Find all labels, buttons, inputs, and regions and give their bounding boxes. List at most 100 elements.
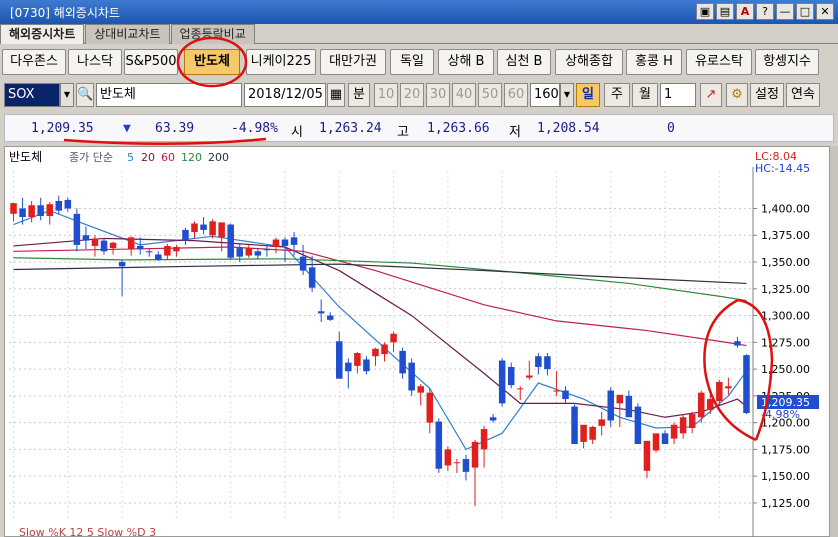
candle-down xyxy=(535,356,542,367)
window-buttons: ▣ ▤ A ? — □ ✕ xyxy=(696,3,834,20)
candle-up xyxy=(91,238,99,246)
candle-up xyxy=(209,221,216,236)
ma-label-20: 20 xyxy=(141,151,155,164)
multiplier-field[interactable]: 1 xyxy=(660,83,696,107)
candle-down xyxy=(155,254,162,260)
candle-down xyxy=(734,341,741,346)
candle-up xyxy=(589,426,596,440)
index-button-shanghai-composite[interactable]: 상해종합 xyxy=(555,49,623,75)
symbol-combo[interactable]: SOX xyxy=(4,83,60,107)
date-field[interactable]: 2018/12/05 xyxy=(244,83,326,107)
candle-down xyxy=(254,251,262,256)
candle-up xyxy=(553,390,560,392)
candle-up xyxy=(516,388,524,390)
candle-down xyxy=(607,390,615,421)
screen-icon[interactable]: ▤ xyxy=(716,3,734,20)
candle-down xyxy=(571,406,578,445)
candle-down xyxy=(336,341,343,379)
index-button-hangseng[interactable]: 항셍지수 xyxy=(755,49,819,75)
index-button-nasdaq[interactable]: 나스닥 xyxy=(68,49,122,75)
y-tick-label: 1,400.00 xyxy=(761,202,810,215)
candle-up xyxy=(191,223,198,233)
trend-icon[interactable]: ↗ xyxy=(700,83,722,107)
candle-up xyxy=(109,242,117,249)
y-tick-label: 1,125.00 xyxy=(761,497,810,510)
calendar-icon[interactable]: ▦ xyxy=(327,83,345,107)
vertical-scrollbar[interactable] xyxy=(830,146,838,537)
symbol-dropdown-icon[interactable]: ▼ xyxy=(60,83,74,107)
candle-down xyxy=(462,459,470,472)
candle-up xyxy=(46,204,53,216)
index-button-dow[interactable]: 다우존스 xyxy=(2,49,66,75)
candle-down xyxy=(281,239,289,246)
candle-up xyxy=(679,417,687,434)
candle-up xyxy=(390,333,397,343)
interval-20-button[interactable]: 20 xyxy=(400,83,424,107)
candle-up xyxy=(417,386,424,393)
week-button[interactable]: 주 xyxy=(604,83,630,107)
interval-10-button[interactable]: 10 xyxy=(374,83,398,107)
index-button-taiwan[interactable]: 대만가권 xyxy=(320,49,386,75)
index-button-shanghai-b[interactable]: 상해 B xyxy=(438,49,494,75)
interval-30-button[interactable]: 30 xyxy=(426,83,450,107)
count-field[interactable]: 160 xyxy=(530,83,560,107)
down-arrow-icon: ▼ xyxy=(123,121,131,136)
month-button[interactable]: 월 xyxy=(632,83,658,107)
print-icon[interactable]: ▣ xyxy=(696,3,714,20)
window-title: [0730] 해외증시차트 xyxy=(10,5,120,20)
index-button-sp500[interactable]: S&P500 xyxy=(124,49,178,75)
candle-down xyxy=(435,421,443,469)
low-label: 저 xyxy=(509,125,521,140)
index-button-eurostoxx[interactable]: 유로스탁 xyxy=(686,49,752,75)
minute-button[interactable]: 분 xyxy=(348,83,370,107)
chart-canvas[interactable]: 1,125.001,150.001,175.001,200.001,225.00… xyxy=(5,147,831,537)
ma-label-5: 5 xyxy=(127,151,134,164)
index-button-nikkei[interactable]: 니케이225 xyxy=(246,49,316,75)
settings-button[interactable]: 설정 xyxy=(750,83,784,107)
symbol-name-field: 반도체 xyxy=(96,83,242,107)
high-price: 1,263.66 xyxy=(427,121,490,136)
candle-down xyxy=(562,390,569,400)
ma-label-120: 120 xyxy=(181,151,202,164)
candle-down xyxy=(200,224,207,230)
count-dropdown-icon[interactable]: ▼ xyxy=(560,83,574,107)
close-button[interactable]: ✕ xyxy=(816,3,834,20)
candle-down xyxy=(489,417,497,421)
candle-down xyxy=(64,199,72,209)
candle-up xyxy=(453,462,461,464)
index-button-semiconductor[interactable]: 반도체 xyxy=(184,49,240,75)
candle-down xyxy=(399,350,406,374)
candle-up xyxy=(28,205,35,218)
interval-60-button[interactable]: 60 xyxy=(504,83,528,107)
candle-down xyxy=(227,224,234,258)
volume: 0 xyxy=(667,121,675,136)
index-button-germany[interactable]: 독일 xyxy=(390,49,434,75)
minimize-button[interactable]: — xyxy=(776,3,794,20)
tab-overseas-chart[interactable]: 해외증시차트 xyxy=(0,24,85,44)
index-button-shenzhen-b[interactable]: 심천 B xyxy=(497,49,551,75)
y-tick-label: 1,375.00 xyxy=(761,229,810,242)
candle-down xyxy=(498,360,506,404)
font-icon[interactable]: A xyxy=(736,3,754,20)
index-button-hongkong-h[interactable]: 홍콩 H xyxy=(626,49,682,75)
interval-40-button[interactable]: 40 xyxy=(452,83,476,107)
candle-up xyxy=(725,386,732,389)
candle-down xyxy=(661,433,669,445)
y-tick-label: 1,300.00 xyxy=(761,310,810,323)
candle-up xyxy=(372,348,379,357)
interval-50-button[interactable]: 50 xyxy=(478,83,502,107)
maximize-button[interactable]: □ xyxy=(796,3,814,20)
day-button[interactable]: 일 xyxy=(576,83,600,107)
candle-up xyxy=(444,449,452,466)
gear-icon[interactable]: ⚙ xyxy=(726,83,748,107)
help-icon[interactable]: ? xyxy=(756,3,774,20)
candle-up xyxy=(480,429,488,450)
price-chart[interactable]: 1,125.001,150.001,175.001,200.001,225.00… xyxy=(4,146,830,537)
continuous-button[interactable]: 연속 xyxy=(786,83,820,107)
y-tick-label: 1,250.00 xyxy=(761,363,810,376)
search-icon[interactable]: 🔍 xyxy=(76,83,94,107)
candle-down xyxy=(317,311,325,314)
tab-sector-compare[interactable]: 업종등락비교 xyxy=(170,24,255,44)
chart-title: 반도체 xyxy=(9,150,42,164)
tab-relative-compare[interactable]: 상대비교차트 xyxy=(85,24,170,44)
